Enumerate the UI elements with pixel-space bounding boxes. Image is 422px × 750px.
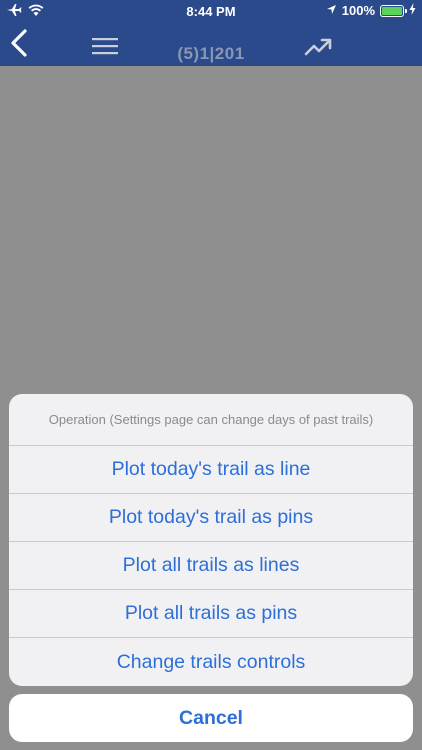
location-arrow-icon [326,3,337,18]
battery-fill [382,6,402,15]
plot-all-lines-button[interactable]: Plot all trails as lines [9,542,413,590]
status-right: 100% [326,3,416,18]
status-bar: 8:44 PM 100% [0,0,422,22]
battery-percent: 100% [341,3,375,18]
charging-bolt-icon [409,3,416,18]
plot-all-pins-button[interactable]: Plot all trails as pins [9,590,413,638]
change-trails-controls-button[interactable]: Change trails controls [9,638,413,686]
battery-tip [405,8,407,13]
trend-up-icon[interactable] [304,36,334,58]
plot-today-pins-button[interactable]: Plot today's trail as pins [9,494,413,542]
plot-today-line-button[interactable]: Plot today's trail as line [9,446,413,494]
action-sheet-title: Operation (Settings page can change days… [9,394,413,446]
page-title: (5)1|201 [177,44,245,63]
cancel-button[interactable]: Cancel [9,694,413,742]
action-sheet: Operation (Settings page can change days… [9,394,413,686]
nav-bar: (5)1|201 [0,22,422,66]
battery-icon [380,4,407,17]
